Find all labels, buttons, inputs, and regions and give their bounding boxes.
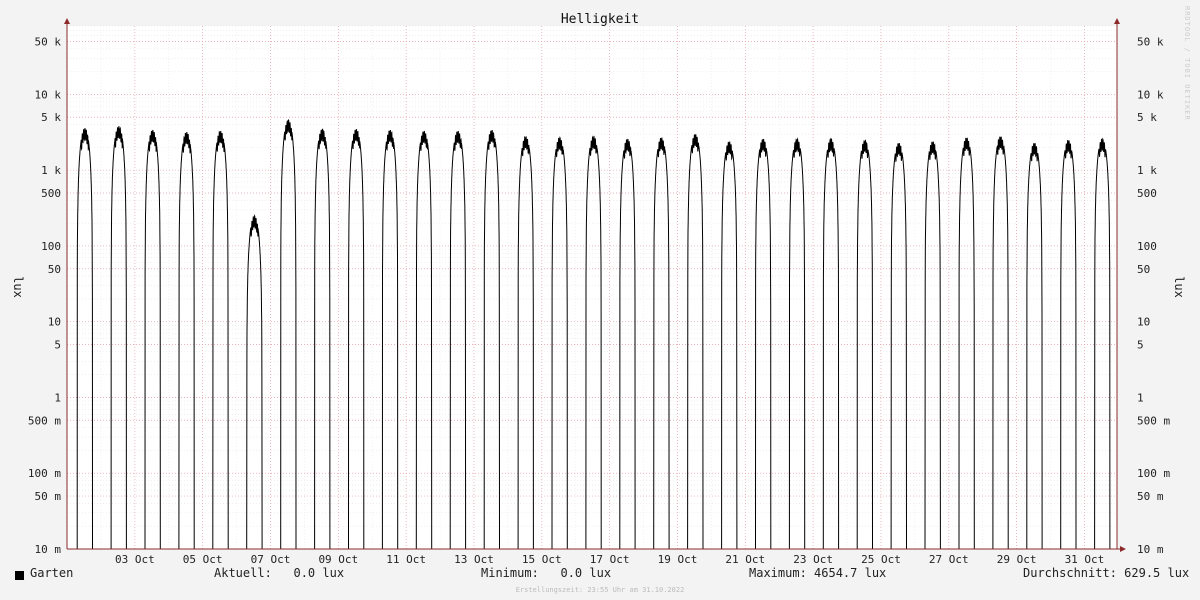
y-tick-label-left: 100 m [28, 467, 61, 480]
y-axis-left-arrow [64, 18, 70, 24]
x-tick-label: 05 Oct [183, 553, 223, 566]
x-tick-label: 23 Oct [793, 553, 833, 566]
y-axis-right-arrow [1114, 18, 1120, 24]
x-tick-label: 25 Oct [861, 553, 901, 566]
y-tick-label-right: 10 m [1137, 543, 1164, 556]
x-tick-label: 19 Oct [658, 553, 698, 566]
y-tick-label-right: 100 [1137, 240, 1157, 253]
y-tick-label-right: 50 m [1137, 490, 1164, 503]
y-tick-label-left: 10 k [35, 88, 62, 101]
x-tick-label: 13 Oct [454, 553, 494, 566]
x-tick-label: 31 Oct [1065, 553, 1105, 566]
y-tick-label-left: 100 [41, 240, 61, 253]
x-axis-arrow [1120, 546, 1126, 552]
footer-timestamp: Erstellungszeit: 23:55 Uhr am 31.10.2022 [515, 586, 685, 594]
y-tick-label-left: 50 m [35, 490, 62, 503]
y-tick-label-left: 1 [54, 391, 61, 404]
legend-current: Aktuell: 0.0 lux [214, 566, 345, 580]
y-tick-label-left: 500 [41, 187, 61, 200]
y-tick-label-left: 5 k [41, 111, 61, 124]
y-tick-label-left: 10 m [35, 543, 62, 556]
legend-series-name: Garten [30, 566, 74, 580]
chart-root: 50 k 50 k 10 k 10 k5 k5 k1 k1 k 500 500 100 100… [0, 0, 1200, 600]
y-tick-label-right: 1 [1137, 391, 1144, 404]
y-tick-label-left: 50 [48, 263, 61, 276]
legend: Garten Aktuell: 0.0 lux Minimum: 0.0 lux… [0, 566, 1200, 584]
y-axis-label-left: lux [11, 276, 25, 298]
x-tick-label: 15 Oct [522, 553, 562, 566]
y-tick-label-right: 1 k [1137, 164, 1157, 177]
y-tick-label-right: 50 [1137, 263, 1150, 276]
watermark: RRDTOOL / TOBI OETIKER [1183, 6, 1191, 121]
y-tick-label-right: 50 k [1137, 35, 1164, 48]
chart-title: Helligkeit [561, 12, 639, 27]
legend-minimum: Minimum: 0.0 lux [481, 566, 612, 580]
y-tick-label-left: 500 m [28, 414, 61, 427]
y-tick-label-right: 10 k [1137, 88, 1164, 101]
legend-average: Durchschnitt: 629.5 lux [1023, 566, 1190, 580]
y-tick-label-left: 1 k [41, 164, 61, 177]
x-tick-label: 21 Oct [725, 553, 765, 566]
y-tick-label-left: 50 k [35, 35, 62, 48]
y-tick-label-right: 10 [1137, 316, 1150, 329]
y-axis-label-right: lux [1172, 276, 1186, 298]
x-tick-label: 17 Oct [590, 553, 630, 566]
x-tick-label: 27 Oct [929, 553, 969, 566]
y-tick-label-right: 100 m [1137, 467, 1170, 480]
y-tick-label-right: 500 [1137, 187, 1157, 200]
legend-maximum: Maximum: 4654.7 lux [749, 566, 887, 580]
x-tick-label: 07 Oct [251, 553, 291, 566]
x-tick-label: 11 Oct [386, 553, 426, 566]
x-tick-label: 29 Oct [997, 553, 1037, 566]
y-tick-label-right: 500 m [1137, 414, 1170, 427]
x-tick-label: 03 Oct [115, 553, 155, 566]
y-tick-label-right: 5 [1137, 339, 1144, 352]
y-tick-label-left: 5 [54, 339, 61, 352]
x-tick-label: 09 Oct [318, 553, 358, 566]
y-tick-label-left: 10 [48, 316, 61, 329]
y-tick-label-right: 5 k [1137, 111, 1157, 124]
brightness-chart: 50 k 50 k10 k 10 k5 k5 k1 k1 k500 500100 100… [11, 12, 1186, 566]
